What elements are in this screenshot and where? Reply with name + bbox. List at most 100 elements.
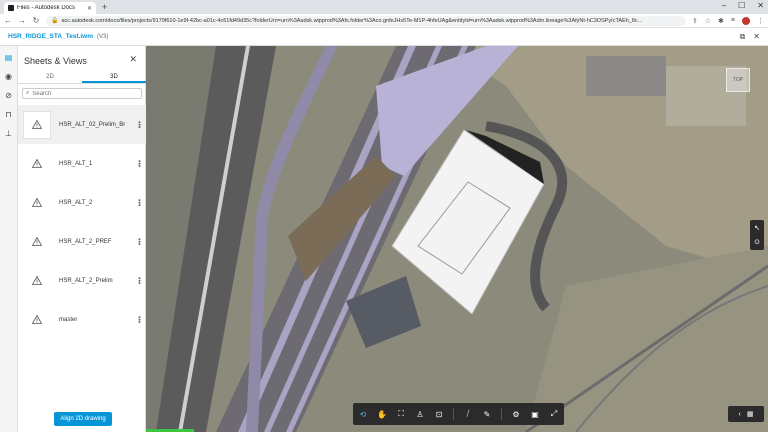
reading-list-icon[interactable]: ≡ xyxy=(731,17,735,24)
warning-icon xyxy=(32,315,42,324)
search-box: ⌕ xyxy=(22,88,142,99)
new-tab-icon[interactable]: + xyxy=(102,2,107,12)
window-controls: – ☐ ✕ xyxy=(722,1,764,10)
close-viewer-icon[interactable]: ✕ xyxy=(753,32,760,42)
list-item[interactable]: HSR_ALT_2_Prelim ••• xyxy=(18,261,146,300)
view-thumbnail xyxy=(23,110,51,139)
file-version[interactable]: (V3) xyxy=(97,34,108,40)
more-options-icon[interactable]: ••• xyxy=(135,277,142,284)
warning-icon xyxy=(32,120,42,129)
markup-icon[interactable]: ✎ xyxy=(482,410,492,419)
minimize-icon[interactable]: – xyxy=(722,1,726,10)
list-item[interactable]: HSR_ALT_02_Prelim_Br ••• xyxy=(18,105,146,144)
browser-menu-icon[interactable]: ⋮ xyxy=(757,17,764,25)
file-name[interactable]: HSR_RIDGE_STA_Test.iwm xyxy=(8,33,93,40)
tab-3d[interactable]: 3D xyxy=(82,72,146,83)
list-item[interactable]: master ••• xyxy=(18,300,146,339)
search-icon: ⌕ xyxy=(26,90,30,96)
share-icon[interactable]: ⇪ xyxy=(692,17,698,25)
app-header: HSR_RIDGE_STA_Test.iwm (V3) ⧉ ✕ xyxy=(0,28,768,46)
view-thumbnail xyxy=(23,305,51,334)
measure-icon[interactable]: ⧸ xyxy=(463,409,473,419)
right-tools: ↖ ⊙ xyxy=(750,220,764,250)
views-list: HSR_ALT_02_Prelim_Br ••• HSR_ALT_1 ••• H… xyxy=(18,105,146,339)
url-text: acc.autodesk.com/docs/files/projects/917… xyxy=(61,17,643,24)
select-cursor-icon[interactable]: ↖ xyxy=(754,224,760,232)
pan-icon[interactable]: ✋ xyxy=(377,410,387,419)
fullscreen-icon[interactable]: ⤢ xyxy=(549,409,559,419)
properties-icon[interactable]: ▣ xyxy=(530,410,540,419)
view-name: HSR_ALT_2_PREF xyxy=(59,238,112,245)
warning-icon xyxy=(32,276,42,285)
hierarchy-icon[interactable]: ⊥ xyxy=(3,128,15,138)
toolbar-separator xyxy=(453,408,454,420)
model-viewer[interactable]: TOP ↖ ⊙ ⟲ ✋ ⛶ ♙ ⊡ ⧸ ✎ ⚙ ▣ ⤢ ‹ ▦ xyxy=(146,46,768,432)
list-item[interactable]: HSR_ALT_2_PREF ••• xyxy=(18,222,146,261)
view-name: HSR_ALT_2_Prelim xyxy=(59,277,113,284)
close-tab-icon[interactable]: ✕ xyxy=(87,5,92,12)
header-actions: ⧉ ✕ xyxy=(740,32,760,42)
reload-icon[interactable]: ↻ xyxy=(32,16,40,25)
camera-icon[interactable]: ⊡ xyxy=(434,410,444,419)
view-name: HSR_ALT_2 xyxy=(59,199,93,206)
left-rail: ▤ ◉ ⊘ ⊓ ⊥ xyxy=(0,46,18,432)
profile-avatar[interactable] xyxy=(742,16,750,25)
browser-toolbar-icons: ⇪ ☆ ✱ ≡ ⋮ xyxy=(692,16,764,25)
forward-icon[interactable]: → xyxy=(18,16,26,25)
list-item[interactable]: HSR_ALT_2 ••• xyxy=(18,183,146,222)
more-options-icon[interactable]: ••• xyxy=(135,160,142,167)
fit-to-view-icon[interactable]: ⛶ xyxy=(396,409,406,419)
url-field[interactable]: 🔒 acc.autodesk.com/docs/files/projects/9… xyxy=(46,15,686,26)
orbit-icon[interactable]: ⟲ xyxy=(358,410,368,419)
warning-icon xyxy=(32,198,42,207)
more-options-icon[interactable]: ••• xyxy=(135,121,142,128)
bookmark-star-icon[interactable]: ☆ xyxy=(705,17,711,25)
grid-view-icon[interactable]: ▦ xyxy=(747,410,754,418)
browser-tab[interactable]: Files - Autodesk Docs ✕ xyxy=(4,2,96,14)
viewcube[interactable]: TOP xyxy=(726,68,750,92)
view-thumbnail xyxy=(23,266,51,295)
browser-tab-title: Files - Autodesk Docs xyxy=(17,5,76,11)
issues-icon[interactable]: ⊘ xyxy=(3,90,15,100)
maximize-icon[interactable]: ☐ xyxy=(738,1,745,10)
align-2d-drawing-button[interactable]: Align 2D drawing xyxy=(54,412,112,426)
back-icon[interactable]: ← xyxy=(4,16,12,25)
view-name: HSR_ALT_02_Prelim_Br xyxy=(59,121,126,128)
more-options-icon[interactable]: ••• xyxy=(135,316,142,323)
lock-icon: 🔒 xyxy=(51,18,59,24)
model-browser-icon[interactable]: ◉ xyxy=(3,71,15,81)
sheets-icon[interactable]: ▤ xyxy=(3,52,15,62)
zoom-extents-icon[interactable]: ⊙ xyxy=(754,238,760,246)
list-item[interactable]: HSR_ALT_1 ••• xyxy=(18,144,146,183)
view-thumbnail xyxy=(23,188,51,217)
more-options-icon[interactable]: ••• xyxy=(135,199,142,206)
close-window-icon[interactable]: ✕ xyxy=(757,1,764,10)
industrial-yard xyxy=(586,56,666,96)
browser-tab-bar: Files - Autodesk Docs ✕ + – ☐ ✕ xyxy=(0,0,768,14)
model-canvas[interactable] xyxy=(146,46,768,432)
toolbar-separator xyxy=(501,408,502,420)
warning-icon xyxy=(32,237,42,246)
viewer-toolbar: ⟲ ✋ ⛶ ♙ ⊡ ⧸ ✎ ⚙ ▣ ⤢ xyxy=(353,403,564,425)
first-person-icon[interactable]: ♙ xyxy=(415,410,425,419)
autodesk-favicon-icon xyxy=(8,5,14,11)
tab-2d[interactable]: 2D xyxy=(18,72,82,83)
close-panel-icon[interactable]: ✕ xyxy=(129,54,137,65)
compare-icon[interactable]: ⧉ xyxy=(740,32,746,42)
view-thumbnail xyxy=(23,149,51,178)
bookmark-icon[interactable]: ⊓ xyxy=(3,109,15,119)
layout-switcher[interactable]: ‹ ▦ xyxy=(728,406,764,422)
more-options-icon[interactable]: ••• xyxy=(135,238,142,245)
view-thumbnail xyxy=(23,227,51,256)
settings-icon[interactable]: ⚙ xyxy=(511,410,521,419)
view-name: HSR_ALT_1 xyxy=(59,160,93,167)
extensions-icon[interactable]: ✱ xyxy=(718,17,724,25)
view-type-tabs: 2D 3D xyxy=(18,72,146,84)
sheets-views-panel: Sheets & Views ✕ 2D 3D ⌕ HSR_ALT_02_Prel… xyxy=(18,46,146,432)
search-input[interactable] xyxy=(32,90,138,97)
view-name: master xyxy=(59,316,78,323)
warning-icon xyxy=(32,159,42,168)
chevron-left-icon[interactable]: ‹ xyxy=(739,411,741,418)
panel-title: Sheets & Views xyxy=(24,56,87,66)
address-bar: ← → ↻ 🔒 acc.autodesk.com/docs/files/proj… xyxy=(0,14,768,28)
